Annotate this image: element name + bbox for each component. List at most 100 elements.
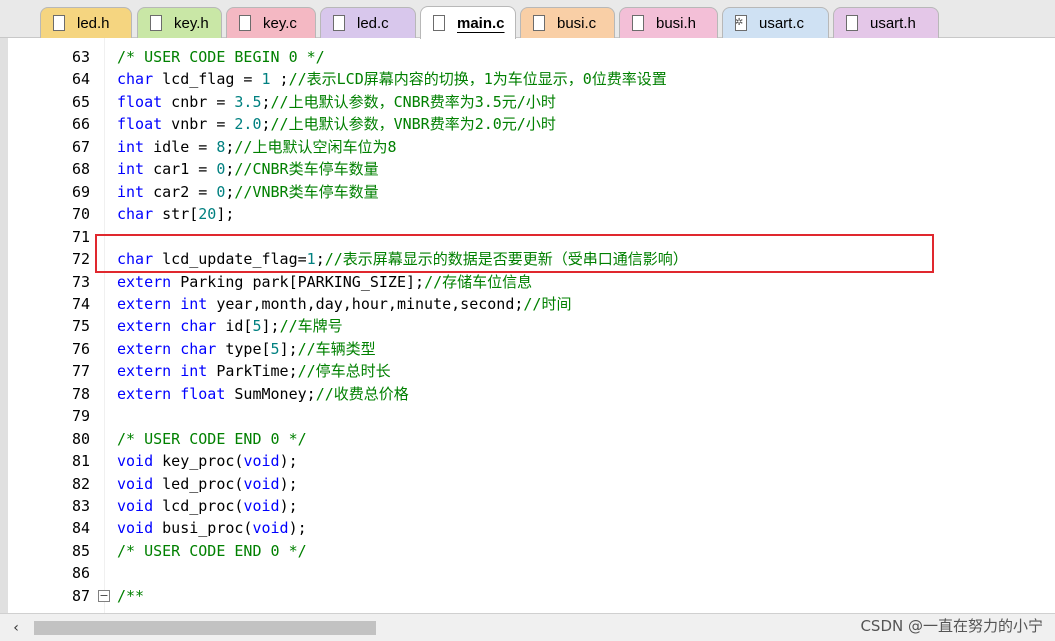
- code-line[interactable]: 82 void led_proc(void);: [0, 473, 1040, 496]
- scroll-left-arrow-icon[interactable]: ‹: [8, 618, 24, 638]
- tab-usart-c[interactable]: usart.c: [722, 7, 829, 38]
- line-code: void key_proc(void);: [117, 452, 298, 471]
- code-line[interactable]: 85 /* USER CODE END 0 */: [0, 540, 1040, 563]
- line-number: 77: [71, 362, 90, 381]
- code-line[interactable]: 87 /**: [0, 585, 1040, 608]
- line-number: 79: [71, 407, 90, 426]
- code-line[interactable]: 73 extern Parking park[PARKING_SIZE];//存储…: [0, 271, 1040, 294]
- code-line[interactable]: 72 char lcd_update_flag=1;//表示屏幕显示的数据是否要更…: [0, 248, 1040, 271]
- code-line[interactable]: 71: [0, 226, 1040, 249]
- line-code: int idle = 8;//上电默认空闲车位为8: [117, 137, 397, 156]
- tab-label: busi.c: [557, 14, 597, 32]
- tab-busi-h[interactable]: busi.h: [619, 7, 718, 38]
- tab-label: key.h: [174, 14, 209, 32]
- line-number: 68: [71, 160, 90, 179]
- line-code: char lcd_update_flag=1;//表示屏幕显示的数据是否要更新（…: [117, 250, 688, 269]
- line-number: 73: [71, 272, 90, 291]
- line-code: extern char type[5];//车辆类型: [117, 339, 376, 358]
- line-number: 86: [71, 564, 90, 583]
- line-code: /* USER CODE END 0 */: [117, 429, 307, 448]
- code-line[interactable]: 75 extern char id[5];//车牌号: [0, 315, 1040, 338]
- file-icon: [846, 15, 858, 31]
- line-number: 82: [71, 474, 90, 493]
- line-number: 71: [71, 227, 90, 246]
- line-code: char str[20];: [117, 205, 235, 224]
- line-code: extern int ParkTime;//停车总时长: [117, 362, 391, 381]
- line-code: int car1 = 0;//CNBR类车停车数量: [117, 160, 379, 179]
- file-icon: [632, 15, 644, 31]
- file-icon: [150, 15, 162, 31]
- line-code: extern Parking park[PARKING_SIZE];//存储车位…: [117, 272, 533, 291]
- watermark: CSDN @一直在努力的小宁: [860, 617, 1043, 635]
- line-code: int car2 = 0;//VNBR类车停车数量: [117, 182, 379, 201]
- line-code: extern float SumMoney;//收费总价格: [117, 384, 409, 403]
- code-line[interactable]: 65 float cnbr = 3.5;//上电默认参数，CNBR费率为3.5元/…: [0, 91, 1040, 114]
- code-line[interactable]: 70 char str[20];: [0, 203, 1040, 226]
- line-number: 87: [71, 586, 90, 605]
- line-number: 78: [71, 384, 90, 403]
- line-code: /* USER CODE END 0 */: [117, 541, 307, 560]
- code-line[interactable]: 86: [0, 562, 1040, 585]
- tab-usart-h[interactable]: usart.h: [833, 7, 939, 38]
- code-line[interactable]: 76 extern char type[5];//车辆类型: [0, 338, 1040, 361]
- line-number: 69: [71, 182, 90, 201]
- file-icon: [433, 15, 445, 31]
- tab-busi-c[interactable]: busi.c: [520, 7, 615, 38]
- code-line[interactable]: 66 float vnbr = 2.0;//上电默认参数，VNBR费率为2.0元/…: [0, 113, 1040, 136]
- tab-key-c[interactable]: key.c: [226, 7, 316, 38]
- line-code: void led_proc(void);: [117, 474, 298, 493]
- line-number: 83: [71, 497, 90, 515]
- line-number: 72: [71, 250, 90, 269]
- line-number: 75: [71, 317, 90, 336]
- line-code: /**: [117, 586, 145, 605]
- line-code: extern char id[5];//车牌号: [117, 317, 343, 336]
- tab-label: led.h: [77, 14, 110, 32]
- line-code: float vnbr = 2.0;//上电默认参数，VNBR费率为2.0元/小时: [117, 115, 556, 134]
- tab-label: key.c: [263, 14, 297, 32]
- line-number: 65: [71, 92, 90, 111]
- tab-key-h[interactable]: key.h: [137, 7, 222, 38]
- tab-label: usart.h: [870, 14, 916, 32]
- code-line[interactable]: 81 void key_proc(void);: [0, 450, 1040, 473]
- line-number: 64: [71, 70, 90, 89]
- gear-file-icon: [735, 15, 747, 31]
- code-line[interactable]: 68 int car1 = 0;//CNBR类车停车数量: [0, 158, 1040, 181]
- file-icon: [53, 15, 65, 31]
- line-code: char lcd_flag = 1 ;//表示LCD屏幕内容的切换，1为车位显示…: [117, 70, 667, 89]
- file-icon: [239, 15, 251, 31]
- tab-main-c[interactable]: main.c: [420, 6, 516, 39]
- tab-label: main.c: [457, 14, 505, 32]
- line-number: 84: [71, 519, 90, 538]
- code-line[interactable]: 67 int idle = 8;//上电默认空闲车位为8: [0, 136, 1040, 159]
- code-line[interactable]: 83 void lcd_proc(void);: [0, 495, 1040, 518]
- code-line[interactable]: 79: [0, 405, 1040, 428]
- code-line[interactable]: 78 extern float SumMoney;//收费总价格: [0, 383, 1040, 406]
- scroll-thumb[interactable]: [34, 621, 376, 635]
- tab-label: busi.h: [656, 14, 697, 32]
- file-icon: [533, 15, 545, 31]
- tab-label: usart.c: [759, 14, 805, 32]
- line-number: 81: [71, 452, 90, 471]
- fold-toggle-icon[interactable]: −: [98, 589, 110, 602]
- line-number: 70: [71, 205, 90, 224]
- line-number: 67: [71, 137, 90, 156]
- code-line[interactable]: 84 void busi_proc(void);: [0, 517, 1040, 540]
- tab-label: led.c: [357, 14, 389, 32]
- code-line[interactable]: 74 extern int year,month,day,hour,minute,…: [0, 293, 1040, 316]
- line-code: extern int year,month,day,hour,minute,se…: [117, 294, 572, 313]
- code-line[interactable]: 80 /* USER CODE END 0 */: [0, 428, 1040, 451]
- code-line[interactable]: 63 /* USER CODE BEGIN 0 */: [0, 46, 1040, 69]
- line-code: /* USER CODE BEGIN 0 */: [117, 48, 325, 66]
- file-icon: [333, 15, 345, 31]
- code-line[interactable]: 64 char lcd_flag = 1 ;//表示LCD屏幕内容的切换，1为车位…: [0, 68, 1040, 91]
- line-number: 80: [71, 429, 90, 448]
- line-number: 76: [71, 339, 90, 358]
- line-code: float cnbr = 3.5;//上电默认参数，CNBR费率为3.5元/小时: [117, 92, 556, 111]
- code-line[interactable]: 69 int car2 = 0;//VNBR类车停车数量: [0, 181, 1040, 204]
- tab-led-h[interactable]: led.h: [40, 7, 132, 38]
- line-number: 66: [71, 115, 90, 134]
- tab-led-c[interactable]: led.c: [320, 7, 416, 38]
- line-number: 85: [71, 541, 90, 560]
- code-line[interactable]: 77 extern int ParkTime;//停车总时长: [0, 360, 1040, 383]
- line-code: void busi_proc(void);: [117, 519, 307, 538]
